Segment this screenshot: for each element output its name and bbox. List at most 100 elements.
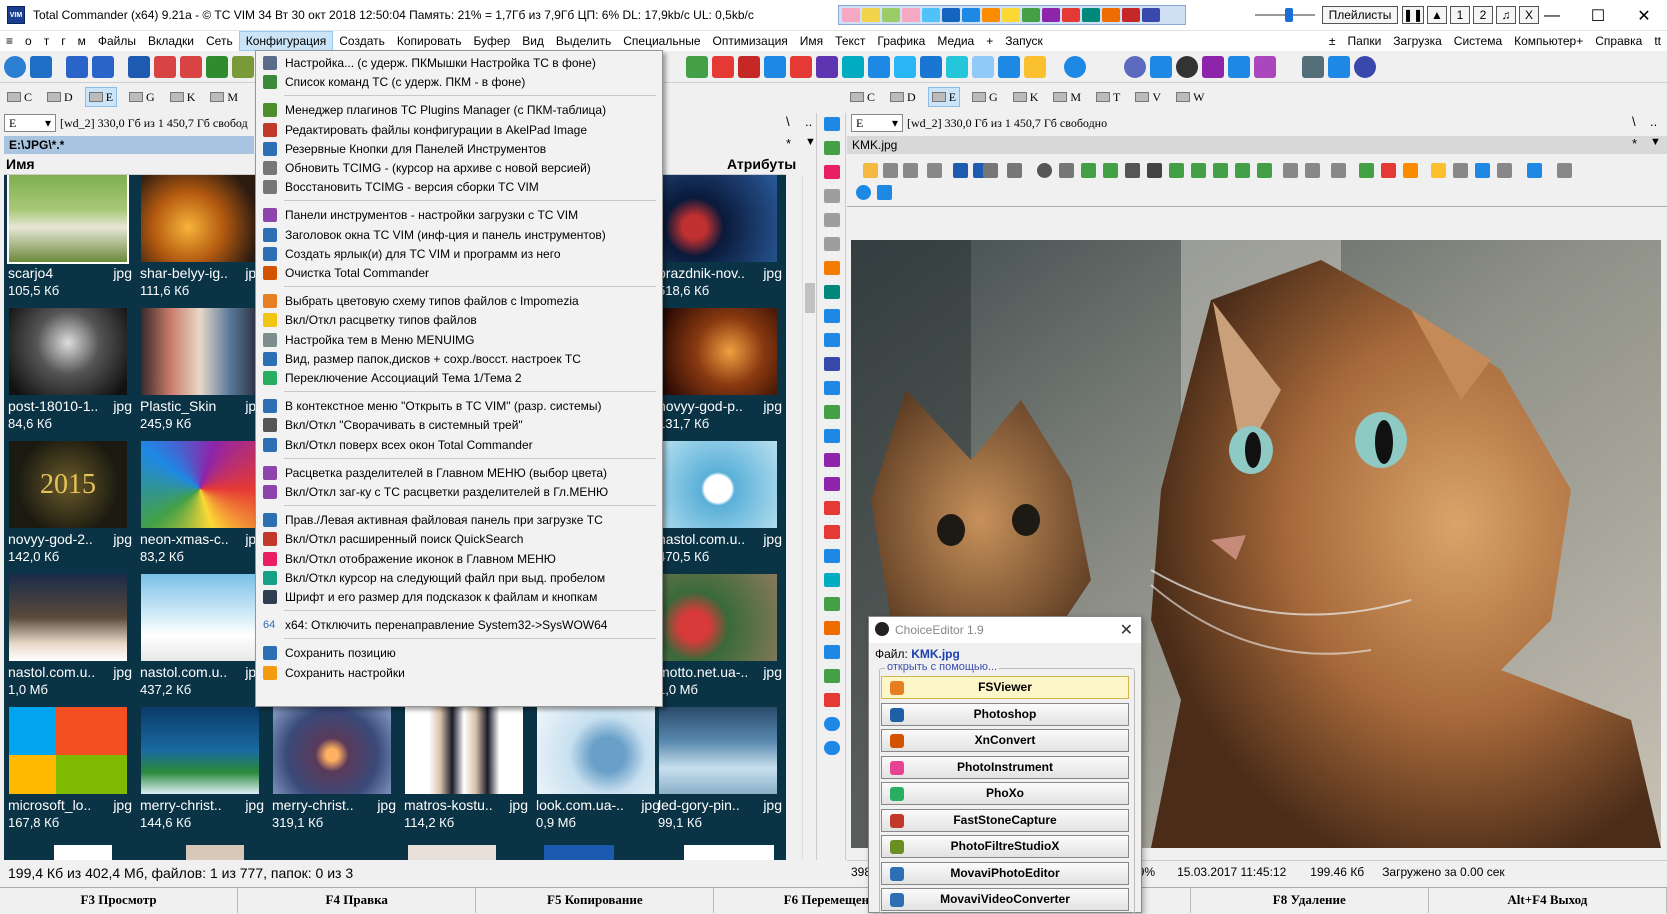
prev-icon[interactable]: [953, 163, 968, 178]
drive-icon[interactable]: [824, 213, 840, 227]
strip-icon[interactable]: [1022, 8, 1040, 22]
window-icon[interactable]: [824, 333, 840, 347]
dropdown-item[interactable]: 64 x64: Отключить перенаправление System3…: [256, 615, 662, 635]
f8-delete-button[interactable]: F8 Удаление: [1191, 888, 1429, 913]
alt-f4-exit-button[interactable]: Alt+F4 Выход: [1429, 888, 1667, 913]
export-icon[interactable]: [998, 56, 1020, 78]
flip-icon[interactable]: [1191, 163, 1206, 178]
dropdown-item[interactable]: Вкл/Откл курсор на следующий файл при вы…: [256, 568, 662, 588]
left-scrollbar[interactable]: [802, 175, 816, 859]
column-name-header[interactable]: Имя: [6, 156, 35, 172]
back-arrow-icon[interactable]: [66, 56, 88, 78]
dm-icon[interactable]: [738, 56, 760, 78]
drive-c-button[interactable]: C: [4, 87, 35, 107]
left-up-button[interactable]: ..: [805, 114, 812, 129]
info-icon[interactable]: [1037, 163, 1052, 178]
f4-edit-button[interactable]: F4 Правка: [238, 888, 477, 913]
right-root-button[interactable]: \: [1632, 114, 1636, 129]
sort-icon[interactable]: [816, 56, 838, 78]
maximize-button[interactable]: ☐: [1575, 0, 1621, 31]
menu-graphics[interactable]: Графика: [871, 31, 931, 51]
zoom-out-icon[interactable]: [1381, 163, 1396, 178]
menu-system[interactable]: Система: [1448, 31, 1508, 51]
f5-copy-button[interactable]: F5 Копирование: [476, 888, 715, 913]
file-tile[interactable]: microsoft_lo.. jpg 167,8 Кб: [4, 707, 132, 840]
open-with-app-button[interactable]: PhoXo: [881, 782, 1129, 805]
drive-g-button[interactable]: G: [126, 87, 158, 107]
strip-icon[interactable]: [902, 8, 920, 22]
delete-icon[interactable]: [824, 501, 840, 515]
menu-name[interactable]: Имя: [794, 31, 829, 51]
dropdown-item[interactable]: Вид, размер папок,дисков + сохр./восст. …: [256, 349, 662, 369]
select-icon[interactable]: [946, 56, 968, 78]
dropdown-item[interactable]: Вкл/Откл "Сворачивать в системный трей": [256, 415, 662, 435]
dropdown-item[interactable]: Настройка тем в Меню MENUIMG: [256, 330, 662, 350]
open-with-app-button[interactable]: FastStoneCapture: [881, 808, 1129, 832]
dropdown-item[interactable]: Вкл/Откл расцветку типов файлов: [256, 310, 662, 330]
compare-icon[interactable]: [764, 56, 786, 78]
columns-icon[interactable]: [790, 56, 812, 78]
dropdown-item[interactable]: Переключение Ассоциаций Тема 1/Тема 2: [256, 368, 662, 388]
menu-folders[interactable]: Папки: [1342, 31, 1388, 51]
crop-icon[interactable]: [1235, 163, 1250, 178]
tb-1-button[interactable]: 1: [1450, 6, 1470, 24]
strip-icon[interactable]: [1122, 8, 1140, 22]
drive-e-button[interactable]: E: [84, 87, 118, 107]
drive-w-button[interactable]: W: [1173, 87, 1207, 107]
text-edit-icon[interactable]: [1150, 56, 1172, 78]
help-icon[interactable]: [856, 185, 871, 200]
move-icon[interactable]: [842, 56, 864, 78]
image-icon[interactable]: [824, 429, 840, 443]
strip-icon[interactable]: [1062, 8, 1080, 22]
dropdown-item[interactable]: Настройка... (с удерж. ПКМышки Настройка…: [256, 53, 662, 73]
tb-up-button[interactable]: ▲: [1427, 6, 1447, 24]
globe-icon[interactable]: [1354, 56, 1376, 78]
left-drive-combo[interactable]: E ▾: [4, 114, 56, 132]
screen-icon[interactable]: [1453, 163, 1468, 178]
file-tile[interactable]: Plastic_Skinjpg 245,9 Кб: [136, 308, 264, 441]
magic-wand-icon[interactable]: [1024, 56, 1046, 78]
zoom-icon[interactable]: [1283, 163, 1298, 178]
file-tile[interactable]: nastol.com.u.. jpg 1,0 Мб: [4, 574, 132, 707]
scroll-thumb[interactable]: [805, 283, 815, 313]
open-folder-icon[interactable]: [863, 163, 878, 178]
dropdown-item[interactable]: Создать ярлык(и) для TC VIM и программ и…: [256, 244, 662, 264]
zoom-in-icon[interactable]: [1359, 163, 1374, 178]
resize-icon[interactable]: [1081, 163, 1096, 178]
window-icon[interactable]: [894, 56, 916, 78]
open-with-app-button[interactable]: MovaviPhotoEditor: [881, 861, 1129, 885]
open-with-app-button[interactable]: FSViewer: [881, 676, 1129, 699]
dropdown-item[interactable]: Вкл/Откл расширенный поиск QuickSearch: [256, 529, 662, 549]
eject-icon[interactable]: [1002, 8, 1020, 22]
copy-icon[interactable]: [927, 163, 942, 178]
circle-icon[interactable]: [824, 741, 840, 755]
save-icon[interactable]: [824, 645, 840, 659]
dropdown-item[interactable]: Обновить TCIMG - (курсор на архиве с нов…: [256, 158, 662, 178]
dropdown-item[interactable]: Вкл/Откл заг-ку с TC расцветки разделите…: [256, 482, 662, 502]
strip-icon[interactable]: [1102, 8, 1120, 22]
flower-icon[interactable]: [824, 693, 840, 707]
tb-music-button[interactable]: ♫: [1496, 6, 1516, 24]
network-icon[interactable]: [1302, 56, 1324, 78]
strip-icon[interactable]: [842, 8, 860, 22]
text-t-icon[interactable]: [1202, 56, 1224, 78]
drive-m-button[interactable]: M: [207, 87, 241, 107]
menu-configuration[interactable]: Конфигурация: [238, 31, 334, 51]
menu-files[interactable]: Файлы: [92, 31, 142, 51]
menu-clipboard[interactable]: Буфер: [467, 31, 516, 51]
dropdown-item[interactable]: Шрифт и его размер для подсказок к файла…: [256, 587, 662, 607]
pages-icon[interactable]: [983, 163, 998, 178]
dropdown-item[interactable]: Сохранить настройки: [256, 663, 662, 683]
tools-icon[interactable]: [1331, 163, 1346, 178]
adjust-icon[interactable]: [1257, 163, 1272, 178]
menu-create[interactable]: Создать: [333, 31, 391, 51]
drive-k-button[interactable]: K: [167, 87, 199, 107]
f3-view-button[interactable]: F3 Просмотр: [0, 888, 239, 913]
file-tile[interactable]: led-gory-pin.. jpg 99,1 Кб: [654, 707, 782, 840]
film-icon[interactable]: [1147, 163, 1162, 178]
x32-icon[interactable]: [180, 56, 202, 78]
drive-v-button[interactable]: V: [1132, 87, 1164, 107]
dropdown-item[interactable]: Заголовок окна TC VIM (инф-ция и панель …: [256, 225, 662, 245]
drive-m-button[interactable]: M: [1050, 87, 1084, 107]
minus-icon[interactable]: [824, 525, 840, 539]
